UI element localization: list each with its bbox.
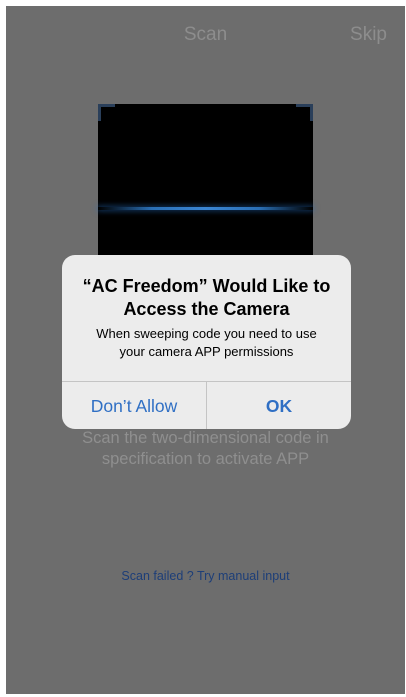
instructions-line-2: specification to activate APP: [101, 450, 310, 468]
viewfinder-corner-top-left: [98, 104, 115, 121]
scan-instructions: Scan the two-dimensional code in specifi…: [6, 428, 405, 470]
camera-viewfinder: [98, 104, 313, 266]
camera-permission-alert: “AC Freedom” Would Like to Access the Ca…: [62, 255, 351, 429]
alert-title-line-2: Access the Camera: [123, 299, 290, 319]
ok-button[interactable]: OK: [207, 382, 351, 429]
alert-message-line-2: your camera APP permissions: [119, 344, 294, 359]
instructions-line-1: Scan the two-dimensional code in: [82, 429, 329, 447]
manual-input-link[interactable]: Scan failed ? Try manual input: [6, 569, 405, 583]
alert-message-line-1: When sweeping code you need to use: [96, 326, 317, 341]
alert-title-line-1: “AC Freedom” Would Like to: [82, 276, 331, 296]
scan-line: [98, 207, 313, 210]
alert-message: When sweeping code you need to use your …: [72, 325, 341, 361]
scan-screen: Scan Skip Scan the two-dimensional code …: [6, 6, 405, 694]
page-title: Scan: [183, 24, 228, 45]
alert-title: “AC Freedom” Would Like to Access the Ca…: [70, 275, 343, 321]
dont-allow-button[interactable]: Don’t Allow: [62, 382, 207, 429]
alert-actions: Don’t Allow OK: [62, 381, 351, 429]
skip-button[interactable]: Skip: [350, 24, 387, 46]
viewfinder-corner-top-right: [296, 104, 313, 121]
